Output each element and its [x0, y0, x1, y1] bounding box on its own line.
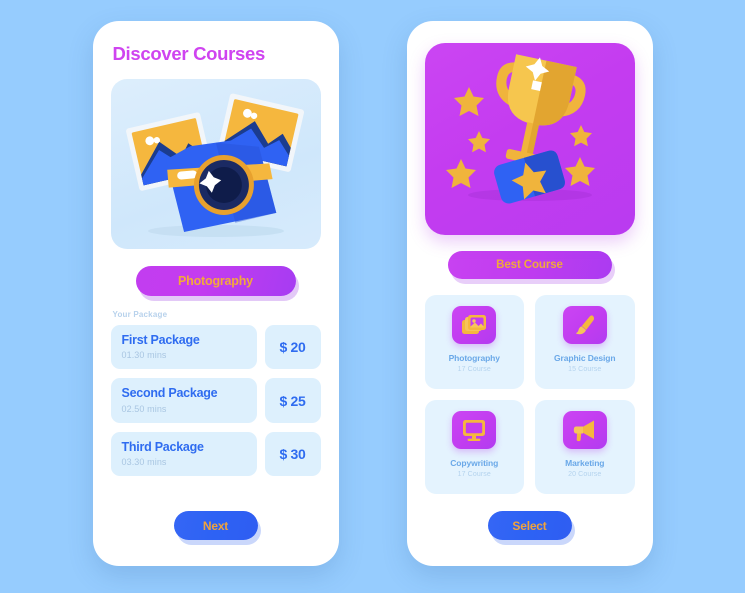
package-row[interactable]: Second Package 02.50 mins $ 25 [110, 378, 321, 423]
phone-screen-discover: Discover Courses Photography Your Packag… [92, 21, 339, 566]
course-count: 15 Course [568, 366, 602, 373]
section-label-your-package: Your Package [112, 310, 168, 319]
next-button[interactable]: Next [173, 511, 258, 540]
monitor-icon [452, 411, 497, 449]
package-price[interactable]: $ 20 [264, 325, 321, 370]
course-card-photography[interactable]: Photography 17 Course [424, 295, 524, 389]
package-name: Third Package [121, 439, 204, 454]
course-label: Marketing [565, 458, 605, 468]
course-count: 17 Course [457, 366, 491, 373]
megaphone-icon [562, 411, 607, 449]
package-price[interactable]: $ 25 [264, 378, 321, 423]
package-price[interactable]: $ 30 [264, 431, 321, 477]
course-grid: Photography 17 Course Graphic Design 15 … [424, 295, 635, 494]
discover-screen-content: Discover Courses Photography Your Packag… [93, 21, 339, 566]
course-label: Photography [448, 353, 500, 363]
course-label: Graphic Design [554, 353, 616, 363]
app-mockup-stage: Discover Courses Photography Your Packag… [0, 0, 745, 593]
course-count: 20 Course [568, 471, 602, 478]
course-label: Copywriting [450, 458, 499, 468]
select-button[interactable]: Select [487, 511, 572, 540]
package-duration: 01.30 mins [121, 350, 167, 361]
package-info[interactable]: First Package 01.30 mins [110, 325, 257, 370]
package-duration: 02.50 mins [121, 403, 167, 414]
package-row[interactable]: First Package 01.30 mins $ 20 [110, 325, 321, 370]
camera-photos-illustration [110, 79, 321, 249]
paint-brush-icon [562, 306, 607, 344]
package-row[interactable]: Third Package 03.30 mins $ 30 [110, 431, 321, 477]
camera-illustration-svg [125, 93, 304, 237]
course-count: 17 Course [457, 471, 491, 478]
package-info[interactable]: Third Package 03.30 mins [110, 431, 257, 477]
page-title: Discover Courses [112, 43, 266, 64]
package-name: First Package [121, 333, 200, 347]
package-name: Second Package [121, 386, 218, 401]
category-pill-photography[interactable]: Photography [135, 266, 296, 296]
course-card-copywriting[interactable]: Copywriting 17 Course [424, 400, 524, 494]
photos-stack-icon [452, 306, 497, 344]
best-course-screen-content: Best Course Photography 17 Course Graphi… [407, 21, 653, 566]
course-card-graphic-design[interactable]: Graphic Design 15 Course [535, 295, 635, 389]
phone-screen-best-course: Best Course Photography 17 Course Graphi… [406, 21, 653, 566]
trophy-illustration-svg [445, 54, 595, 204]
best-course-badge[interactable]: Best Course [447, 251, 612, 279]
package-info[interactable]: Second Package 02.50 mins [110, 378, 257, 423]
trophy-stars-illustration [424, 43, 635, 235]
course-card-marketing[interactable]: Marketing 20 Course [535, 400, 635, 494]
package-duration: 03.30 mins [121, 457, 167, 468]
